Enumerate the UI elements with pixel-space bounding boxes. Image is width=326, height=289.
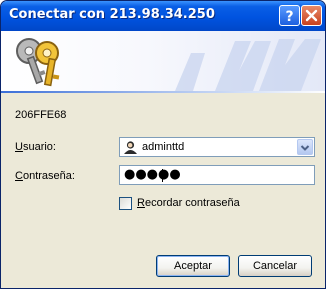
dialog-body: 206FFE68 Usuario: adminttd Contraseña: ●… bbox=[1, 93, 325, 288]
password-label-accesskey: C bbox=[15, 170, 23, 182]
close-icon bbox=[305, 9, 318, 22]
keys-icon bbox=[16, 38, 60, 87]
title-bar[interactable]: Conectar con 213.98.34.250 ? bbox=[1, 1, 325, 31]
remember-password-checkbox[interactable] bbox=[119, 197, 132, 210]
chevron-down-icon bbox=[300, 145, 310, 151]
help-icon: ? bbox=[285, 9, 293, 25]
window-title: Conectar con 213.98.34.250 bbox=[9, 7, 215, 22]
help-button[interactable]: ? bbox=[279, 5, 300, 26]
close-button[interactable] bbox=[301, 5, 322, 26]
remember-password-label[interactable]: Recordar contraseña bbox=[137, 197, 240, 209]
realm-text: 206FFE68 bbox=[15, 109, 67, 121]
password-value: ●●●●● bbox=[124, 167, 181, 182]
text-caret bbox=[162, 169, 163, 182]
username-value: adminttd bbox=[142, 141, 185, 153]
password-label-text: ontraseña: bbox=[22, 170, 75, 182]
banner bbox=[1, 31, 325, 91]
svg-text:?: ? bbox=[285, 9, 293, 25]
remember-label-accesskey: R bbox=[137, 197, 145, 209]
accept-button[interactable]: Aceptar bbox=[156, 255, 230, 277]
username-label-text: suario: bbox=[22, 141, 56, 153]
username-combobox[interactable]: adminttd bbox=[119, 137, 315, 157]
username-label-accesskey: U bbox=[15, 141, 23, 153]
password-field[interactable]: ●●●●● bbox=[119, 165, 315, 185]
password-label: Contraseña: bbox=[15, 170, 75, 182]
keys-watermark-icon bbox=[175, 39, 321, 91]
remember-label-text: ecordar contraseña bbox=[144, 197, 240, 209]
username-label: Usuario: bbox=[15, 141, 56, 153]
username-dropdown-button[interactable] bbox=[297, 139, 313, 155]
user-icon bbox=[124, 141, 137, 154]
cancel-button[interactable]: Cancelar bbox=[238, 255, 312, 277]
login-dialog: Conectar con 213.98.34.250 ? 206FFE68 Us… bbox=[0, 0, 326, 289]
